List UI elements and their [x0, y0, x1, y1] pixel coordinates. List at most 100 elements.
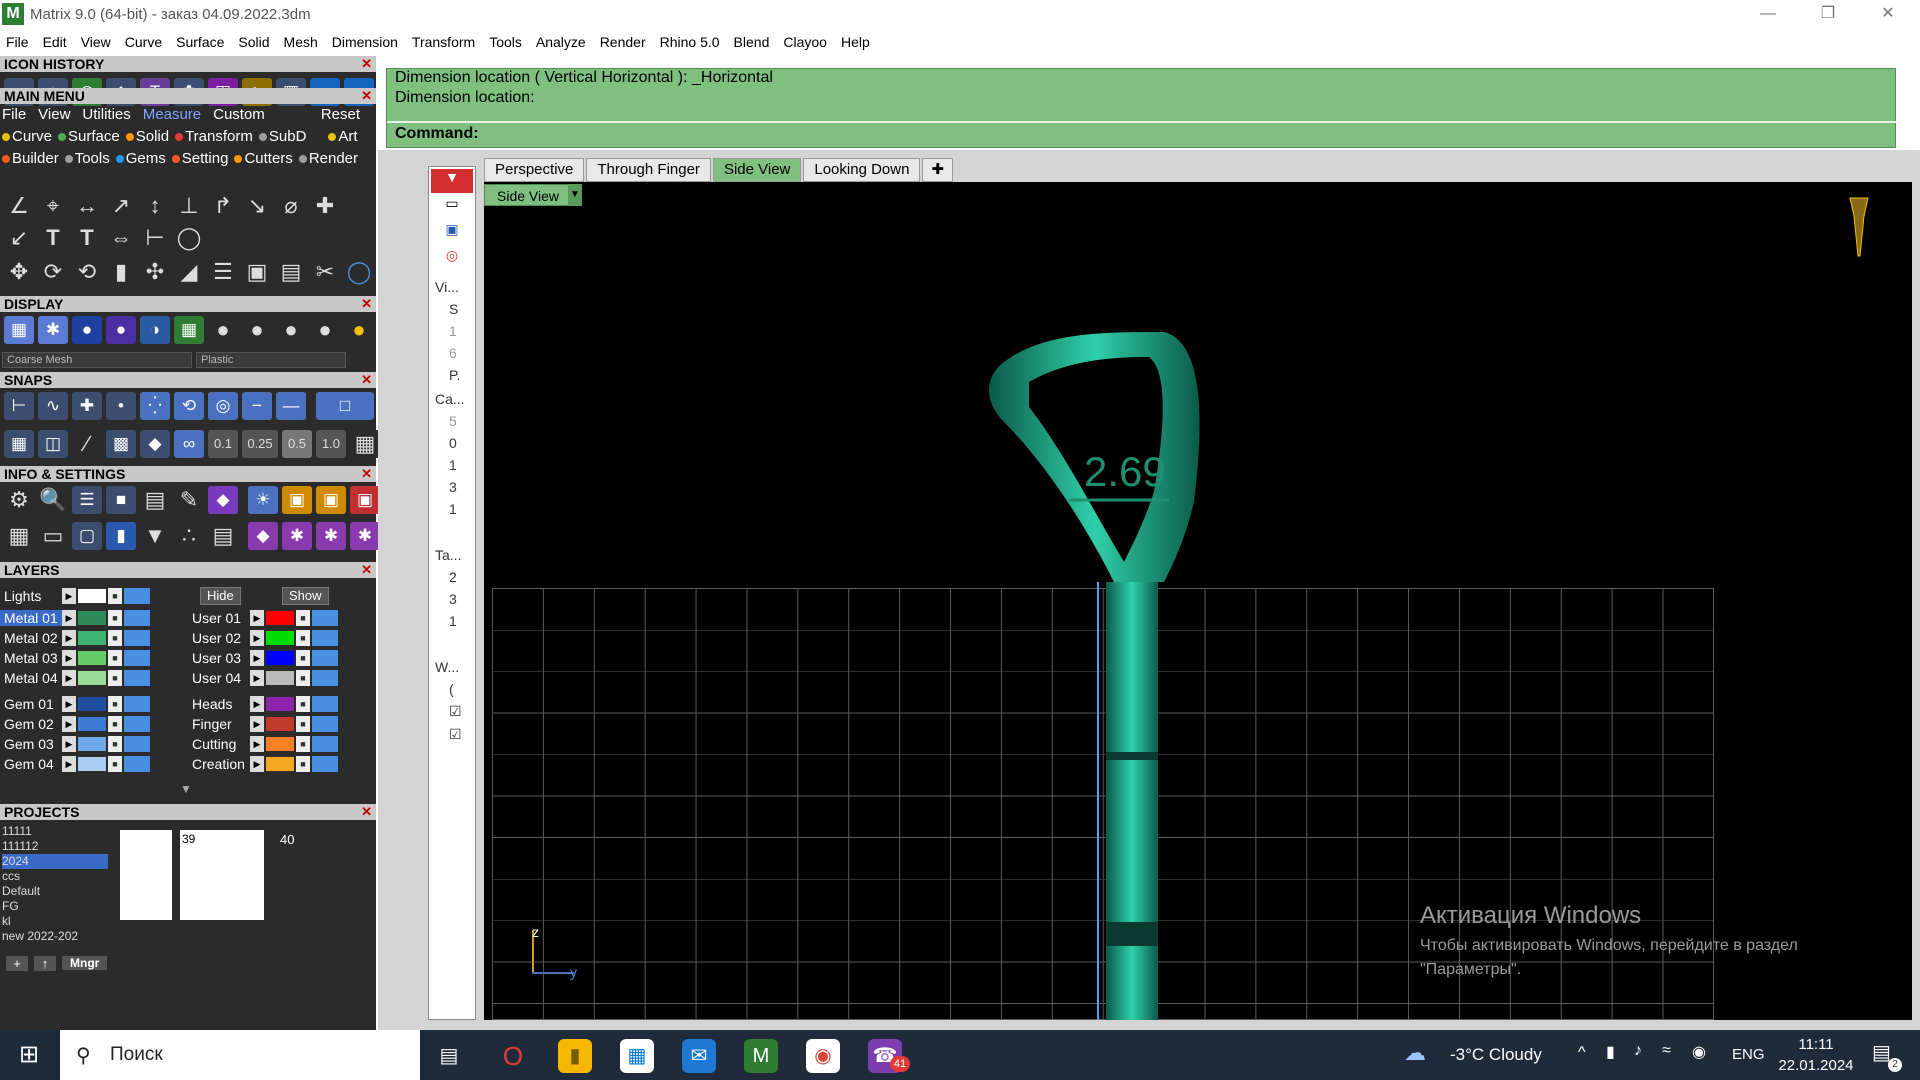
render-icon[interactable]: ◆ [248, 522, 278, 550]
expand-arrow-icon[interactable]: ▶ [250, 696, 264, 712]
lock-icon[interactable]: ■ [108, 588, 122, 604]
camera-icon[interactable]: ▣ [431, 221, 473, 245]
lock-icon[interactable]: ■ [296, 736, 310, 752]
windows-icon[interactable]: ▦ [4, 522, 34, 550]
layer-visibility[interactable] [124, 650, 150, 666]
task-view-icon[interactable]: ▤ [432, 1039, 466, 1073]
expand-arrow-icon[interactable]: ▶ [250, 650, 264, 666]
material-sphere-1-icon[interactable]: ● [208, 316, 238, 344]
menu-rhino5[interactable]: Rhino 5.0 [660, 34, 720, 50]
mm-gems[interactable]: Gems [115, 150, 166, 167]
layer-visibility[interactable] [124, 630, 150, 646]
taskbar-search[interactable]: Поиск [60, 1030, 420, 1080]
expand-arrow-icon[interactable]: ▶ [62, 610, 76, 626]
tab-perspective[interactable]: Perspective [484, 158, 585, 182]
clock[interactable]: 11:11 22.01.2024 [1776, 1034, 1856, 1076]
weather-text[interactable]: -3°C Cloudy [1450, 1030, 1542, 1080]
render-settings-icon[interactable]: ✱ [282, 522, 312, 550]
shaded-icon[interactable]: ✱ [38, 316, 68, 344]
circle-icon[interactable]: ◯ [344, 258, 374, 286]
ring-navigator-icon[interactable] [1848, 196, 1870, 260]
mm-cutters[interactable]: Cutters [234, 150, 293, 167]
mm-setting[interactable]: Setting [171, 150, 228, 167]
close-panel-icon[interactable]: ✕ [361, 562, 372, 578]
layer-gem-04[interactable]: Gem 04 ▶ ■ [0, 754, 151, 774]
layer-color-swatch[interactable] [78, 671, 106, 685]
document-icon[interactable]: ▤ [140, 486, 170, 514]
layer-color-swatch[interactable] [78, 651, 106, 665]
menu-mesh[interactable]: Mesh [284, 34, 318, 50]
filter-icon[interactable]: ▼ [140, 522, 170, 550]
layer-finger[interactable]: Finger ▶ ■ [188, 714, 339, 734]
mm-tab-view[interactable]: View [38, 106, 70, 123]
snap-near-icon[interactable]: ∿ [38, 392, 68, 420]
menu-help[interactable]: Help [841, 34, 870, 50]
checkbox-icon[interactable]: ☑ [429, 726, 475, 743]
wireframe-icon[interactable]: ▦ [4, 316, 34, 344]
mm-builder[interactable]: Builder [2, 150, 59, 167]
expand-arrow-icon[interactable]: ▶ [250, 630, 264, 646]
battery-icon[interactable]: ▮ [1606, 1042, 1615, 1062]
layer-color-swatch[interactable] [266, 671, 294, 685]
layer-color-swatch[interactable] [78, 757, 106, 771]
layer-gem-01[interactable]: Gem 01 ▶ ■ [0, 694, 151, 714]
hide-icon[interactable]: ▣ [350, 486, 380, 514]
expand-arrow-icon[interactable]: ▶ [62, 670, 76, 686]
viewport-menu-icon[interactable]: ▼ [568, 184, 582, 206]
mm-subd[interactable]: SubD [258, 128, 306, 145]
project-item[interactable]: 11111 [2, 824, 108, 839]
expand-arrow-icon[interactable]: ▶ [62, 756, 76, 772]
text-block-icon[interactable]: T [72, 224, 102, 252]
dim-point-icon[interactable]: ✚ [310, 192, 340, 220]
grid-display-icon[interactable]: ▦ [174, 316, 204, 344]
tray-chevron-icon[interactable]: ^ [1578, 1044, 1586, 1062]
layer-gem-02[interactable]: Gem 02 ▶ ■ [0, 714, 151, 734]
layer-color-swatch[interactable] [266, 631, 294, 645]
render-camera-icon[interactable]: ✱ [350, 522, 380, 550]
lock-icon[interactable]: ■ [108, 756, 122, 772]
close-icon[interactable]: ✕ [1860, 0, 1916, 28]
layer-stack-icon[interactable]: ☰ [72, 486, 102, 514]
lock-icon[interactable]: ■ [296, 670, 310, 686]
rendered-icon[interactable]: ● [72, 316, 102, 344]
mm-solid[interactable]: Solid [125, 128, 169, 145]
mm-surface[interactable]: Surface [58, 128, 120, 145]
monitor-icon[interactable]: ▭ [38, 522, 68, 550]
mm-render[interactable]: Render [298, 150, 358, 167]
lock-icon[interactable]: ■ [296, 756, 310, 772]
dim-vertical-icon[interactable]: ↕ [140, 192, 170, 220]
menu-analyze[interactable]: Analyze [536, 34, 586, 50]
dim-aligned-icon[interactable]: ↗ [106, 192, 136, 220]
line-snap-icon[interactable]: ∕ [72, 430, 102, 458]
layer-color-swatch[interactable] [78, 717, 106, 731]
layer-color-swatch[interactable] [266, 717, 294, 731]
matrix-taskbar-icon[interactable]: M [744, 1039, 778, 1073]
expand-arrow-icon[interactable]: ▶ [62, 650, 76, 666]
layer-color-swatch[interactable] [266, 611, 294, 625]
expand-arrow-icon[interactable]: ▶ [250, 716, 264, 732]
snap-quad-icon[interactable]: ◎ [208, 392, 238, 420]
dim-diameter-icon[interactable]: ⌀ [276, 192, 306, 220]
properties-icon[interactable]: ◆ [208, 486, 238, 514]
align-icon[interactable]: ▤ [276, 258, 306, 286]
layer-visibility[interactable] [312, 630, 338, 646]
mm-tools[interactable]: Tools [64, 150, 110, 167]
snap-step-0-5[interactable]: 0.5 [282, 430, 312, 458]
layer-user-01[interactable]: User 01 ▶ ■ [188, 608, 339, 628]
hide-button[interactable]: Hide [200, 586, 241, 606]
mm-tab-utilities[interactable]: Utilities [82, 106, 130, 123]
layer-visibility[interactable] [124, 696, 150, 712]
dim-edit-icon[interactable]: ⊢ [140, 224, 170, 252]
layer-visibility[interactable] [312, 736, 338, 752]
monitor-icon[interactable]: ▭ [431, 195, 473, 219]
snap-step-0-1[interactable]: 0.1 [208, 430, 238, 458]
menu-transform[interactable]: Transform [412, 34, 475, 50]
layer-creation[interactable]: Creation ▶ ■ [188, 754, 339, 774]
tab-side-view[interactable]: Side View [712, 158, 802, 182]
restore-icon[interactable]: ❐ [1800, 0, 1856, 28]
store-icon[interactable]: ▦ [620, 1039, 654, 1073]
mail-icon[interactable]: ✉ [682, 1039, 716, 1073]
layer-visibility[interactable] [312, 696, 338, 712]
mm-tab-file[interactable]: File [2, 106, 26, 123]
layer-metal-04[interactable]: Metal 04 ▶ ■ [0, 668, 151, 688]
